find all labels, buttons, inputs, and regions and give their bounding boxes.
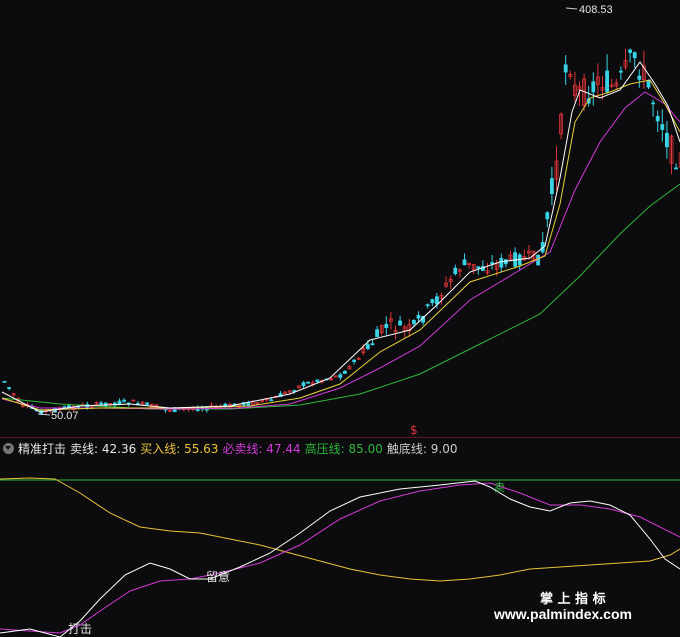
indicator-legend-bar: 精准打击 卖线: 42.36 买入线: 55.63 必卖线: 47.44 高压线…: [0, 437, 680, 458]
candle-body: [370, 343, 375, 346]
legend-bottom-line: 触底线: 9.00: [386, 441, 458, 456]
buy-signal-glyph: $: [410, 423, 418, 437]
indicator-chart[interactable]: 打击 留意 卖 掌 上 指 标 www.palmindex.com: [0, 457, 680, 637]
candle-body: [591, 81, 596, 93]
strike-label: 打击: [68, 622, 92, 636]
candle-body: [416, 314, 421, 319]
candle-body: [269, 399, 274, 402]
watch-label: 留意: [206, 569, 230, 584]
candle-body: [425, 304, 430, 307]
candle-body: [665, 132, 669, 148]
candle-body: [223, 403, 228, 407]
low-price-marker-line: [37, 413, 51, 416]
ma-mid-line: [1, 79, 680, 411]
candle-body: [499, 258, 504, 268]
candle-body: [145, 402, 150, 405]
candle-body: [99, 402, 103, 405]
candle-body: [122, 399, 126, 402]
candle-body: [660, 124, 665, 130]
candle-body: [7, 387, 11, 389]
candle-body: [453, 267, 458, 275]
buy-line: [0, 477, 680, 582]
candle-body: [375, 329, 380, 337]
candle-body: [398, 320, 403, 326]
candle-body: [430, 299, 435, 304]
candle-body: [605, 70, 609, 93]
ma-slow-line: [1, 91, 680, 410]
candle-body: [306, 381, 311, 384]
sell-signal-label: 卖: [494, 481, 505, 494]
candle-body: [619, 70, 623, 73]
indicator-name: 精准打击: [18, 441, 67, 456]
candle-body: [301, 382, 306, 387]
candlestick-series: [2, 48, 680, 416]
legend-sell-line: 卖线: 42.36: [70, 441, 137, 456]
candle-body: [646, 80, 651, 88]
candle-body: [490, 262, 495, 265]
candle-body: [674, 167, 678, 170]
legend-buy-line: 买入线: 55.63: [140, 441, 219, 456]
watermark-title: 掌 上 指 标: [540, 591, 606, 607]
candle-body: [352, 359, 357, 363]
candle-body: [651, 102, 655, 105]
candle-body: [462, 259, 467, 266]
candle-body: [628, 49, 632, 53]
candle-body: [550, 178, 554, 194]
legend-must-sell-line: 必卖线: 47.44: [222, 441, 301, 456]
candle-body: [365, 344, 370, 349]
candlestick-chart[interactable]: 408.53 50.07 $: [0, 0, 680, 437]
low-price-label: 50.07: [51, 410, 79, 422]
candle-body: [476, 266, 481, 269]
candle-body: [384, 323, 389, 329]
candle-body: [342, 370, 347, 374]
candle-body: [632, 52, 637, 59]
candle-body: [338, 374, 343, 378]
candle-body: [637, 75, 642, 80]
candle-body: [2, 380, 7, 383]
high-price-marker-line: [565, 7, 578, 10]
chevron-down-icon[interactable]: [3, 442, 14, 454]
candle-body: [411, 319, 416, 324]
legend-high-pressure-line: 高压线: 85.00: [304, 441, 383, 456]
ma-fast-line: [1, 61, 680, 413]
candle-body: [563, 64, 568, 73]
candle-body: [545, 212, 550, 220]
watermark-url: www.palmindex.com: [493, 606, 632, 622]
high-price-label: 408.53: [579, 4, 613, 16]
candle-body: [434, 296, 439, 305]
candle-body: [315, 379, 320, 382]
candle-body: [655, 116, 660, 122]
